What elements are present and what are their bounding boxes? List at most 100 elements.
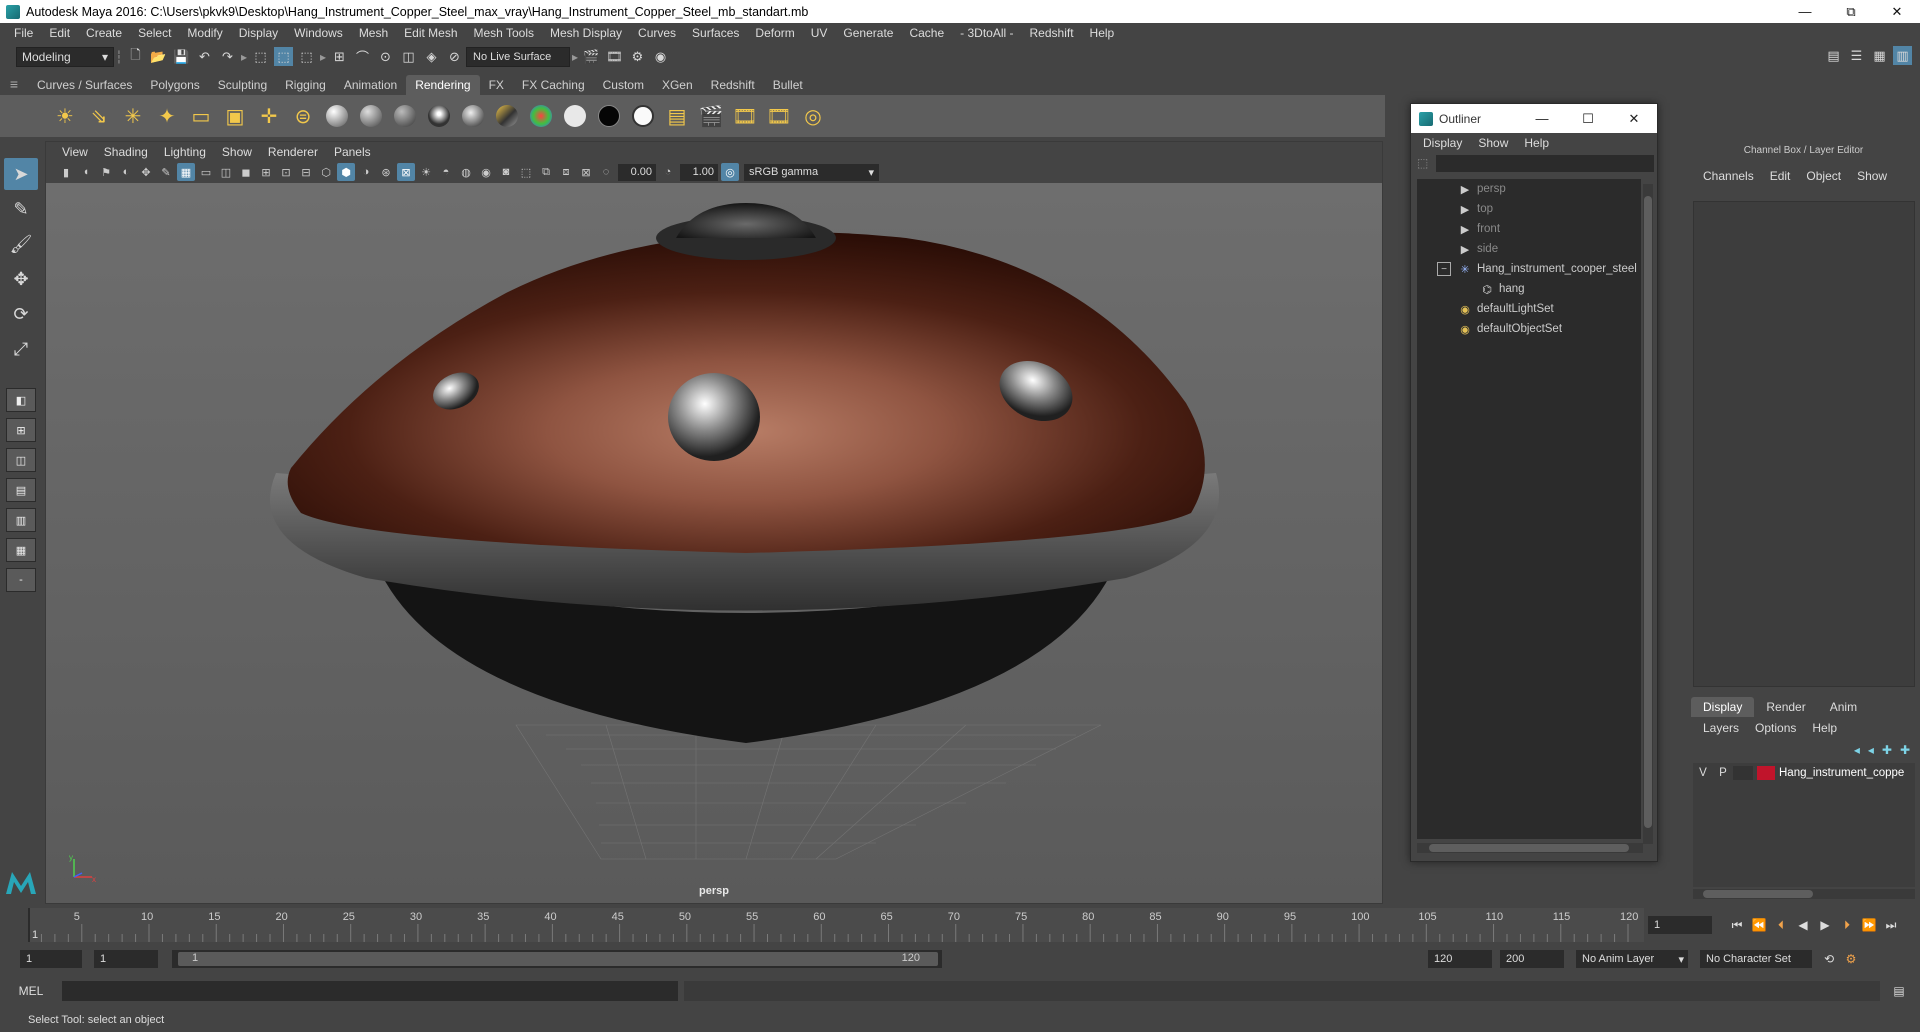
outliner-vertical-scrollbar[interactable] bbox=[1643, 184, 1653, 844]
outliner-menu-help[interactable]: Help bbox=[1516, 136, 1557, 150]
outliner-item-top[interactable]: ▶ top bbox=[1417, 199, 1641, 219]
menu-uv[interactable]: UV bbox=[803, 26, 836, 40]
playback-end-field[interactable]: 120 bbox=[1428, 950, 1492, 968]
menu-3dtoall[interactable]: - 3DtoAll - bbox=[952, 26, 1021, 40]
menu-deform[interactable]: Deform bbox=[747, 26, 802, 40]
minimize-button[interactable]: — bbox=[1782, 0, 1828, 23]
go-to-start-icon[interactable]: ⏮ bbox=[1726, 918, 1748, 933]
snap-surface-icon[interactable]: ◈ bbox=[422, 47, 441, 66]
tab-fx[interactable]: FX bbox=[480, 75, 513, 95]
maximize-button[interactable]: ⧉ bbox=[1828, 0, 1874, 23]
new-scene-icon[interactable]: 🗋 bbox=[126, 47, 145, 66]
menu-redshift[interactable]: Redshift bbox=[1022, 26, 1082, 40]
exposure-field[interactable]: 0.00 bbox=[618, 163, 656, 181]
script-editor-icon[interactable]: ▤ bbox=[1888, 984, 1910, 998]
two-d-pan-icon[interactable]: ✥ bbox=[137, 163, 155, 181]
menu-curves[interactable]: Curves bbox=[630, 26, 684, 40]
step-forward-frame-icon[interactable]: ⏵ bbox=[1836, 918, 1858, 933]
scroll-thumb[interactable] bbox=[1429, 844, 1629, 852]
shader-lambert-icon[interactable] bbox=[356, 101, 386, 131]
layer-row[interactable]: V P Hang_instrument_coppe bbox=[1693, 763, 1915, 783]
undo-icon[interactable]: ↶ bbox=[195, 47, 214, 66]
command-language-label[interactable]: MEL bbox=[0, 984, 62, 998]
save-scene-icon[interactable]: 💾 bbox=[172, 47, 191, 66]
outliner-item-hang-group[interactable]: − ✳ Hang_instrument_cooper_steel bbox=[1417, 259, 1641, 279]
viewport-menu-panels[interactable]: Panels bbox=[326, 145, 379, 159]
snap-grid-icon[interactable]: ⊞ bbox=[330, 47, 349, 66]
viewport-menu-lighting[interactable]: Lighting bbox=[156, 145, 214, 159]
select-object-icon[interactable]: ⬚ bbox=[274, 47, 293, 66]
move-tool-icon[interactable]: ✥ bbox=[4, 263, 38, 295]
step-back-frame-icon[interactable]: ⏴ bbox=[1770, 918, 1792, 933]
bookmark-icon[interactable]: ⚑ bbox=[97, 163, 115, 181]
channel-box-menu-object[interactable]: Object bbox=[1798, 169, 1849, 183]
menu-mesh-tools[interactable]: Mesh Tools bbox=[466, 26, 542, 40]
outliner-close-button[interactable]: ✕ bbox=[1611, 111, 1657, 127]
rotate-tool-icon[interactable]: ⟳ bbox=[4, 298, 38, 330]
menu-surfaces[interactable]: Surfaces bbox=[684, 26, 747, 40]
channel-box-menu-edit[interactable]: Edit bbox=[1762, 169, 1799, 183]
film-gate-icon[interactable]: ▭ bbox=[197, 163, 215, 181]
single-pane-layout-icon[interactable]: ◧ bbox=[6, 388, 36, 412]
render-settings-icon[interactable]: ⚙ bbox=[628, 47, 647, 66]
current-frame-field[interactable]: 1 bbox=[1648, 916, 1712, 934]
play-forwards-icon[interactable]: ▶ bbox=[1814, 918, 1836, 932]
ambient-light-icon[interactable]: ☀ bbox=[50, 101, 80, 131]
new-layer-selected-icon[interactable]: ✚ bbox=[1900, 743, 1910, 757]
menu-generate[interactable]: Generate bbox=[835, 26, 901, 40]
menu-modify[interactable]: Modify bbox=[179, 26, 230, 40]
tab-polygons[interactable]: Polygons bbox=[141, 75, 208, 95]
shader-surface-white-icon[interactable] bbox=[560, 101, 590, 131]
image-plane-icon[interactable]: ◐ bbox=[117, 163, 135, 181]
collapse-layouts-icon[interactable]: - bbox=[6, 568, 36, 592]
go-to-end-icon[interactable]: ⏭ bbox=[1880, 918, 1902, 933]
directional-light-icon[interactable]: ⇘ bbox=[84, 101, 114, 131]
outliner-item-front[interactable]: ▶ front bbox=[1417, 219, 1641, 239]
scale-tool-icon[interactable]: ⤢ bbox=[4, 333, 38, 365]
menu-file[interactable]: File bbox=[6, 26, 41, 40]
menu-edit-mesh[interactable]: Edit Mesh bbox=[396, 26, 465, 40]
animation-start-field[interactable]: 1 bbox=[20, 950, 82, 968]
grid-toggle-icon[interactable]: ▦ bbox=[177, 163, 195, 181]
tab-custom[interactable]: Custom bbox=[594, 75, 653, 95]
outliner-menu-show[interactable]: Show bbox=[1470, 136, 1516, 150]
viewport-menu-view[interactable]: View bbox=[54, 145, 96, 159]
safe-action-icon[interactable]: ⊡ bbox=[277, 163, 295, 181]
collapse-toggle[interactable]: − bbox=[1437, 262, 1451, 276]
four-pane-layout-icon[interactable]: ⊞ bbox=[6, 418, 36, 442]
redo-icon[interactable]: ↷ bbox=[218, 47, 237, 66]
shadows-icon[interactable]: ◓ bbox=[437, 163, 455, 181]
textured-icon[interactable]: ⊠ bbox=[397, 163, 415, 181]
hypershade-shelf-icon[interactable]: ◎ bbox=[798, 101, 828, 131]
xray-icon[interactable]: ⧉ bbox=[537, 163, 555, 181]
outliner-item-hang[interactable]: ⌬ hang bbox=[1417, 279, 1641, 299]
tab-curves-surfaces[interactable]: Curves / Surfaces bbox=[28, 75, 141, 95]
animation-preferences-icon[interactable]: ⚙ bbox=[1840, 952, 1862, 966]
camera-attributes-icon[interactable]: ◖ bbox=[77, 163, 95, 181]
render-globals-icon[interactable]: 🎞 bbox=[764, 101, 794, 131]
layer-menu-options[interactable]: Options bbox=[1747, 721, 1804, 735]
tab-redshift[interactable]: Redshift bbox=[702, 75, 764, 95]
anim-layer-select[interactable]: No Anim Layer ▾ bbox=[1576, 950, 1688, 968]
gamma-field[interactable]: 1.00 bbox=[680, 163, 718, 181]
tab-display-layers[interactable]: Display bbox=[1691, 697, 1755, 717]
tab-xgen[interactable]: XGen bbox=[653, 75, 702, 95]
current-frame-marker[interactable] bbox=[27, 908, 30, 942]
outliner-layout-icon[interactable]: ▤ bbox=[6, 478, 36, 502]
shader-ramp-icon[interactable] bbox=[526, 101, 556, 131]
shader-blinn-icon[interactable] bbox=[390, 101, 420, 131]
tab-rigging[interactable]: Rigging bbox=[276, 75, 335, 95]
shader-anisotropic-icon[interactable] bbox=[492, 101, 522, 131]
area-light-icon[interactable]: ▭ bbox=[186, 101, 216, 131]
layer-visibility-toggle[interactable]: V bbox=[1693, 767, 1713, 779]
outliner-menu-display[interactable]: Display bbox=[1415, 136, 1470, 150]
shader-grey-icon[interactable] bbox=[322, 101, 352, 131]
select-hierarchy-icon[interactable]: ⬚ bbox=[251, 47, 270, 66]
smooth-shade-icon[interactable]: ⬢ bbox=[337, 163, 355, 181]
point-light-icon[interactable]: ✳ bbox=[118, 101, 148, 131]
ipr-render-icon[interactable]: 🎞 bbox=[605, 47, 624, 66]
view-transform-select[interactable]: sRGB gamma ▾ bbox=[744, 163, 879, 181]
wireframe-on-shaded-icon[interactable]: ⊛ bbox=[377, 163, 395, 181]
grease-pencil-icon[interactable]: ✎ bbox=[157, 163, 175, 181]
modeling-toolkit-icon[interactable]: ▤ bbox=[1824, 46, 1843, 65]
